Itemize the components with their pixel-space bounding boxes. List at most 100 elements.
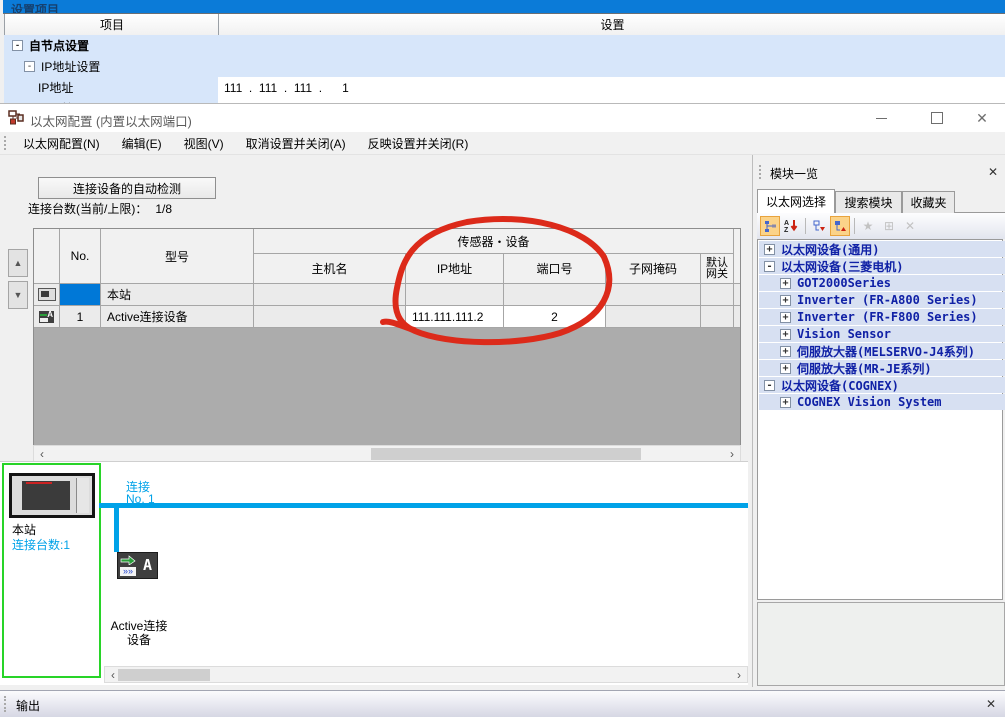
module-panel-toolbar: A Z ★ ⊞ ✕ xyxy=(757,213,1005,239)
tree-item-vision-sensor[interactable]: +Vision Sensor xyxy=(759,326,1005,342)
tree-item-servo-j4[interactable]: +伺服放大器(MELSERVO-J4系列) xyxy=(759,343,1005,359)
table-empty-area xyxy=(33,328,741,445)
scroll-right-icon[interactable]: › xyxy=(732,668,746,682)
tree-item-inverter-f800[interactable]: +Inverter (FR-F800 Series) xyxy=(759,309,1005,325)
close-icon: ✕ xyxy=(976,110,988,127)
menubar-grip[interactable] xyxy=(4,136,6,149)
menu-bar: 以太网配置(N) 编辑(E) 视图(V) 取消设置并关闭(A) 反映设置并关闭(… xyxy=(0,132,1005,155)
row-filler xyxy=(734,306,740,328)
tab-favorites[interactable]: 收藏夹 xyxy=(902,191,955,213)
station-row-gateway-cell[interactable] xyxy=(701,284,734,306)
settings-row-ip-setting[interactable]: - IP地址设置 xyxy=(4,56,1005,77)
panel-grip[interactable] xyxy=(4,696,6,712)
settings-panel-titlebar[interactable]: 设置项目 xyxy=(3,0,1005,14)
ethernet-config-icon xyxy=(8,110,25,127)
expand-icon[interactable]: + xyxy=(780,295,791,306)
active-row-icon-cell[interactable]: A xyxy=(34,306,60,328)
module-panel-titlebar[interactable]: 模块一览 ✕ xyxy=(757,160,1005,184)
maximize-button[interactable] xyxy=(916,104,958,132)
diagram-horizontal-scrollbar[interactable]: ‹ › xyxy=(104,666,748,683)
menu-ethernet-config[interactable]: 以太网配置(N) xyxy=(12,132,111,155)
tree-item-ethernet-mitsubishi[interactable]: -以太网设备(三菱电机) xyxy=(759,258,1005,274)
diagram-scrollbar-thumb[interactable] xyxy=(118,669,210,681)
station-row-host-cell[interactable] xyxy=(254,284,406,306)
settings-row-own-node[interactable]: - 自节点设置 xyxy=(4,35,1005,56)
output-panel-titlebar[interactable]: 输出 ✕ xyxy=(0,690,1005,717)
application-window: 设置项目 项目 设置 - 自节点设置 - IP地址设置 IP地址 111 . 1… xyxy=(0,0,1005,717)
close-button[interactable]: ✕ xyxy=(961,104,1003,132)
menu-edit[interactable]: 编辑(E) xyxy=(111,132,173,155)
module-panel-title: 模块一览 xyxy=(770,165,818,182)
move-row-down-button[interactable]: ▼ xyxy=(8,281,28,309)
minimize-button[interactable] xyxy=(860,104,902,132)
remove-favorite-icon[interactable]: ✕ xyxy=(900,216,920,236)
expand-icon[interactable]: + xyxy=(780,312,791,323)
station-row-port-cell[interactable] xyxy=(504,284,606,306)
tab-ethernet-selection[interactable]: 以太网选择 xyxy=(757,189,835,213)
no-column-header: No. xyxy=(60,229,101,284)
panel-splitter[interactable] xyxy=(752,155,753,687)
minimize-icon xyxy=(876,118,887,119)
collapse-icon[interactable]: - xyxy=(12,40,23,51)
tree-item-ethernet-cognex[interactable]: -以太网设备(COGNEX) xyxy=(759,377,1005,393)
tree-item-inverter-a800[interactable]: +Inverter (FR-A800 Series) xyxy=(759,292,1005,308)
menu-apply-close[interactable]: 反映设置并关闭(R) xyxy=(357,132,480,155)
maximize-icon xyxy=(931,112,943,124)
active-device-node[interactable]: A »» xyxy=(117,552,158,579)
tree-item-ethernet-generic[interactable]: +以太网设备(通用) xyxy=(759,241,1005,257)
tree-item-servo-je[interactable]: +伺服放大器(MR-JE系列) xyxy=(759,360,1005,376)
station-row-model-cell[interactable]: 本站 xyxy=(101,284,254,306)
station-row-subnet-cell[interactable] xyxy=(606,284,701,306)
green-arrow-icon xyxy=(120,555,136,565)
menu-cancel-close[interactable]: 取消设置并关闭(A) xyxy=(235,132,357,155)
station-highlight-box[interactable]: 本站 连接台数:1 xyxy=(2,463,101,678)
active-device-icon: A xyxy=(39,311,54,323)
tree-item-got2000[interactable]: +GOT2000Series xyxy=(759,275,1005,291)
active-row-ip-cell[interactable]: 111.111.111.2 xyxy=(406,306,504,328)
expand-icon[interactable]: + xyxy=(780,363,791,374)
menu-view[interactable]: 视图(V) xyxy=(173,132,235,155)
add-favorite-icon[interactable]: ⊞ xyxy=(879,216,899,236)
active-row-port-cell[interactable]: 2 xyxy=(504,306,606,328)
dialog-title: 以太网配置 (内置以太网端口) xyxy=(30,111,192,130)
expand-all-icon[interactable] xyxy=(830,216,850,236)
tree-item-cognex-vision[interactable]: +COGNEX Vision System xyxy=(759,394,1005,410)
active-row-subnet-cell[interactable] xyxy=(606,306,701,328)
ip-address-value-field[interactable]: 111 . 111 . 111 . 1 xyxy=(218,77,1005,98)
expand-icon[interactable]: + xyxy=(780,329,791,340)
tab-find-module[interactable]: 搜索模块 xyxy=(835,191,902,213)
settings-row-ip-address[interactable]: IP地址 111 . 111 . 111 . 1 xyxy=(4,77,1005,98)
station-count-label: 连接台数:1 xyxy=(12,536,70,553)
up-arrow-icon: ▲ xyxy=(14,258,23,268)
dialog-titlebar[interactable]: 以太网配置 (内置以太网端口) ✕ xyxy=(0,103,1005,133)
expand-icon[interactable]: + xyxy=(780,397,791,408)
sort-az-icon[interactable]: A Z xyxy=(781,216,801,236)
svg-text:Z: Z xyxy=(784,227,789,233)
output-panel-close-button[interactable]: ✕ xyxy=(983,696,999,712)
settings-panel-title: 设置项目 xyxy=(11,1,59,14)
expand-icon[interactable]: + xyxy=(764,244,775,255)
table-scrollbar-thumb[interactable] xyxy=(371,448,641,460)
active-row-host-cell[interactable] xyxy=(254,306,406,328)
collapse-all-icon[interactable] xyxy=(809,216,829,236)
auto-detect-button[interactable]: 连接设备的自动检测 xyxy=(38,177,216,199)
expand-icon[interactable]: + xyxy=(780,278,791,289)
scroll-right-icon[interactable]: › xyxy=(725,447,739,461)
expand-icon[interactable]: - xyxy=(764,261,775,272)
expand-icon[interactable]: + xyxy=(780,346,791,357)
station-row-no-cell-selected[interactable] xyxy=(60,284,101,306)
favorite-star-icon[interactable]: ★ xyxy=(858,216,878,236)
collapse-icon[interactable]: - xyxy=(24,61,35,72)
station-row-icon-cell[interactable] xyxy=(34,284,60,306)
table-horizontal-scrollbar[interactable]: ‹ › xyxy=(33,445,741,462)
active-row-no-cell[interactable]: 1 xyxy=(60,306,101,328)
active-row-gateway-cell[interactable] xyxy=(701,306,734,328)
tree-view-icon[interactable] xyxy=(760,216,780,236)
station-row-ip-cell[interactable] xyxy=(406,284,504,306)
scroll-left-icon[interactable]: ‹ xyxy=(35,447,49,461)
panel-grip[interactable] xyxy=(759,165,761,179)
active-row-model-cell[interactable]: Active连接设备 xyxy=(101,306,254,328)
move-row-up-button[interactable]: ▲ xyxy=(8,249,28,277)
module-panel-close-button[interactable]: ✕ xyxy=(985,164,1001,180)
expand-icon[interactable]: - xyxy=(764,380,775,391)
